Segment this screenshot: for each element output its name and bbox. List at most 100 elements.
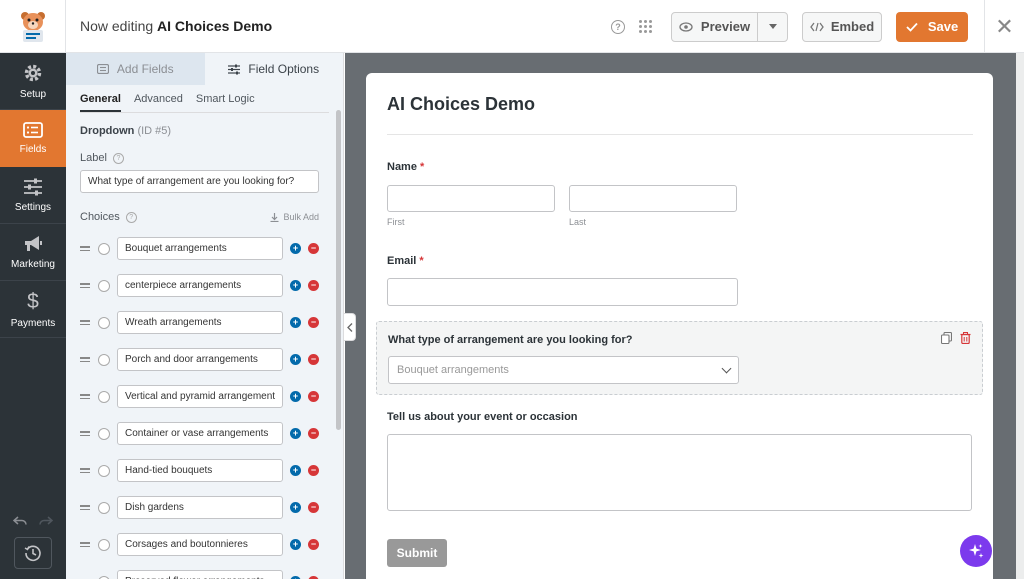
email-label: Email [387, 255, 417, 267]
grid-icon[interactable] [639, 19, 653, 34]
save-label: Save [927, 19, 959, 34]
drag-handle-icon[interactable] [80, 394, 90, 399]
drag-handle-icon[interactable] [80, 283, 90, 288]
remove-choice-icon[interactable]: − [308, 317, 319, 328]
page-scrollbar[interactable] [1016, 53, 1024, 579]
choice-input[interactable]: Porch and door arrangements [117, 348, 283, 371]
name-label: Name [387, 161, 417, 173]
default-choice-radio[interactable] [98, 279, 110, 292]
email-input[interactable] [387, 278, 738, 306]
nav-item-marketing[interactable]: Marketing [0, 224, 66, 281]
drag-handle-icon[interactable] [80, 431, 90, 436]
trash-icon[interactable] [960, 332, 971, 344]
choice-row: Wreath arrangements + − [80, 304, 343, 341]
collapse-panel-button[interactable] [344, 313, 356, 341]
drag-handle-icon[interactable] [80, 542, 90, 547]
label-input[interactable]: What type of arrangement are you looking… [80, 170, 319, 193]
last-name-input[interactable] [569, 185, 737, 212]
bulk-add-link[interactable]: Bulk Add [270, 212, 319, 222]
default-choice-radio[interactable] [98, 353, 110, 366]
remove-choice-icon[interactable]: − [308, 502, 319, 513]
choice-input[interactable]: Corsages and boutonnieres [117, 533, 283, 556]
save-button[interactable]: Save [896, 11, 968, 42]
field-options-panel: Add Fields Field Options General Advance… [66, 53, 344, 579]
ai-assistant-button[interactable] [960, 535, 992, 567]
nav-item-payments[interactable]: $ Payments [0, 281, 66, 338]
drag-handle-icon[interactable] [80, 246, 90, 251]
field-type: Dropdown [80, 125, 135, 137]
add-choice-icon[interactable]: + [290, 391, 301, 402]
add-choice-icon[interactable]: + [290, 502, 301, 513]
remove-choice-icon[interactable]: − [308, 465, 319, 476]
help-icon[interactable]: ? [611, 19, 625, 34]
close-button[interactable]: ✕ [984, 0, 1024, 53]
choice-input[interactable]: Wreath arrangements [117, 311, 283, 334]
default-choice-radio[interactable] [98, 316, 110, 329]
choice-input[interactable]: Bouquet arrangements [117, 237, 283, 260]
add-choice-icon[interactable]: + [290, 354, 301, 365]
first-name-input[interactable] [387, 185, 555, 212]
subtab-advanced[interactable]: Advanced [134, 86, 183, 112]
chevron-left-icon [346, 322, 352, 332]
remove-choice-icon[interactable]: − [308, 391, 319, 402]
add-choice-icon[interactable]: + [290, 539, 301, 550]
default-choice-radio[interactable] [98, 390, 110, 403]
left-navigation: Setup Fields Settings Marketing $ Paymen… [0, 53, 66, 579]
add-choice-icon[interactable]: + [290, 243, 301, 254]
nav-item-setup[interactable]: Setup [0, 53, 66, 110]
tab-add-fields[interactable]: Add Fields [66, 53, 205, 85]
tab-field-options-label: Field Options [248, 62, 320, 76]
drag-handle-icon[interactable] [80, 357, 90, 362]
preview-dropdown-button[interactable] [758, 13, 787, 41]
choice-input[interactable]: Vertical and pyramid arrangement [117, 385, 283, 408]
help-icon[interactable]: ? [125, 211, 137, 223]
choice-input[interactable]: Hand-tied bouquets [117, 459, 283, 482]
add-choice-icon[interactable]: + [290, 428, 301, 439]
nav-item-settings[interactable]: Settings [0, 167, 66, 224]
event-textarea[interactable] [387, 434, 972, 511]
choices-title: Choices [80, 211, 120, 223]
help-icon[interactable]: ? [112, 152, 124, 164]
remove-choice-icon[interactable]: − [308, 539, 319, 550]
add-choice-icon[interactable]: + [290, 465, 301, 476]
drag-handle-icon[interactable] [80, 468, 90, 473]
tab-add-fields-label: Add Fields [116, 62, 174, 76]
default-choice-radio[interactable] [98, 575, 110, 579]
choice-input[interactable]: Preserved flower arrangements [117, 570, 283, 579]
remove-choice-icon[interactable]: − [308, 243, 319, 254]
drag-handle-icon[interactable] [80, 505, 90, 510]
tab-field-options[interactable]: Field Options [204, 53, 343, 85]
choice-input[interactable]: Container or vase arrangements [117, 422, 283, 445]
add-choice-icon[interactable]: + [290, 317, 301, 328]
subtab-general[interactable]: General [80, 86, 121, 112]
arrangement-dropdown[interactable]: Bouquet arrangements [388, 356, 739, 384]
remove-choice-icon[interactable]: − [308, 280, 319, 291]
close-icon: ✕ [995, 13, 1014, 39]
choice-input[interactable]: Dish gardens [117, 496, 283, 519]
revisions-button[interactable] [14, 537, 52, 569]
default-choice-radio[interactable] [98, 427, 110, 440]
default-choice-radio[interactable] [98, 242, 110, 255]
subtab-smart-logic[interactable]: Smart Logic [196, 86, 255, 112]
nav-item-fields[interactable]: Fields [0, 110, 66, 167]
choice-row: Preserved flower arrangements+− [80, 563, 343, 579]
preview-button[interactable]: Preview [672, 12, 758, 41]
remove-choice-icon[interactable]: − [308, 354, 319, 365]
wpforms-logo [0, 0, 66, 53]
remove-choice-icon[interactable]: − [308, 428, 319, 439]
default-choice-radio[interactable] [98, 501, 110, 514]
submit-button[interactable]: Submit [387, 539, 447, 567]
last-sublabel: Last [569, 217, 587, 227]
panel-scrollbar[interactable] [336, 110, 341, 430]
default-choice-radio[interactable] [98, 464, 110, 477]
default-choice-radio[interactable] [98, 538, 110, 551]
duplicate-icon[interactable] [941, 332, 952, 344]
embed-button[interactable]: Embed [802, 11, 882, 42]
drag-handle-icon[interactable] [80, 320, 90, 325]
redo-icon[interactable] [39, 515, 53, 527]
selected-dropdown-field[interactable]: What type of arrangement are you looking… [376, 321, 983, 395]
sliders-icon [228, 64, 241, 74]
add-choice-icon[interactable]: + [290, 280, 301, 291]
choice-input[interactable]: centerpiece arrangements [117, 274, 283, 297]
undo-icon[interactable] [13, 515, 27, 527]
